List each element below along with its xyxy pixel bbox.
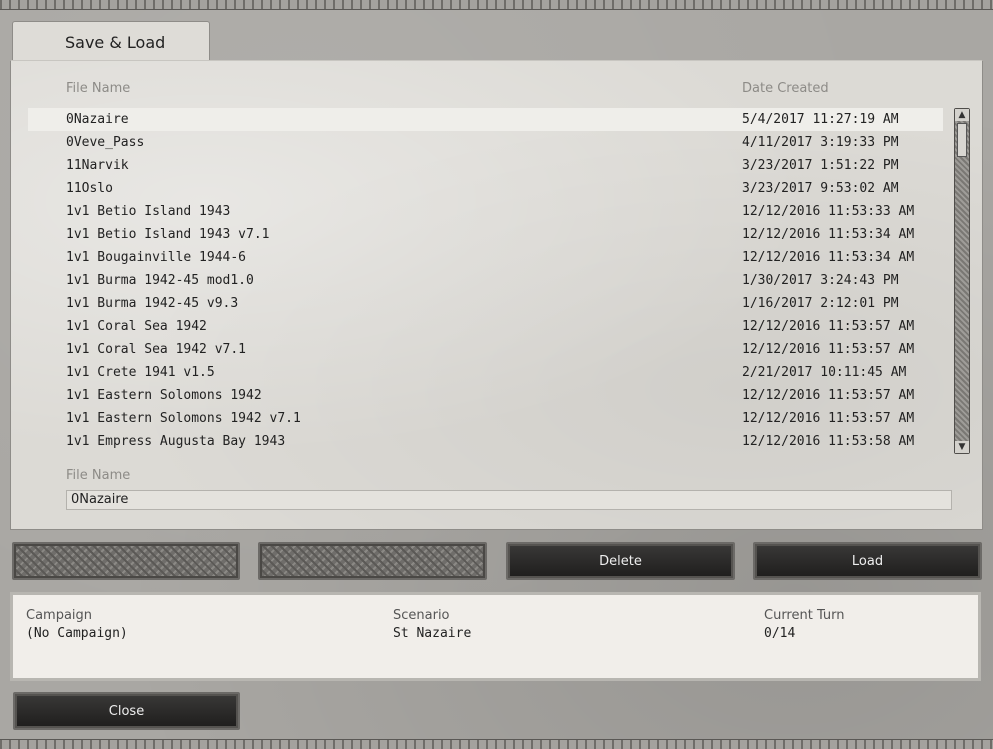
file-name-input[interactable]: 0Nazaire [66,490,952,510]
file-list-row[interactable]: 0Veve_Pass 4/11/2017 3:19:33 PM [28,131,943,154]
close-button[interactable]: Close [13,692,240,730]
load-button[interactable]: Load [753,542,982,580]
date-created-cell: 1/30/2017 3:24:43 PM [742,273,899,288]
delete-button[interactable]: Delete [506,542,735,580]
tab-label: Save & Load [65,33,166,52]
file-name-cell: 11Narvik [66,158,129,173]
file-list-scrollbar[interactable]: ▲ ▼ [954,108,970,454]
file-name-cell: 1v1 Crete 1941 v1.5 [66,365,215,380]
file-list-row[interactable]: 1v1 Empress Augusta Bay 1943 12/12/2016 1… [28,430,943,453]
date-created-cell: 3/23/2017 1:51:22 PM [742,158,899,173]
file-name-cell: 0Veve_Pass [66,135,145,150]
file-list-row[interactable]: 1v1 Burma 1942-45 v9.3 1/16/2017 2:12:01 … [28,292,943,315]
file-name-cell: 1v1 Burma 1942-45 v9.3 [66,296,239,311]
file-list-row[interactable]: 0Nazaire 5/4/2017 11:27:19 AM [28,108,943,131]
current-turn-label: Current Turn [764,608,845,623]
date-created-cell: 12/12/2016 11:53:34 AM [742,250,915,265]
file-list-row[interactable]: 1v1 Eastern Solomons 1942 12/12/2016 11:5… [28,384,943,407]
file-name-cell: 1v1 Burma 1942-45 mod1.0 [66,273,254,288]
file-list-row[interactable]: 11Oslo 3/23/2017 9:53:02 AM [28,177,943,200]
scroll-thumb[interactable] [957,123,967,157]
date-created-cell: 12/12/2016 11:53:58 AM [742,434,915,449]
file-name-cell: 1v1 Eastern Solomons 1942 [66,388,262,403]
file-list-row[interactable]: 1v1 Bougainville 1944-6 12/12/2016 11:53:… [28,246,943,269]
file-name-label: File Name [66,468,131,483]
file-name-cell: 1v1 Betio Island 1943 v7.1 [66,227,270,242]
file-name-cell: 0Nazaire [66,112,129,127]
scenario-value: St Nazaire [393,626,472,641]
bottom-frame-strip [0,739,993,749]
date-created-cell: 12/12/2016 11:53:57 AM [742,319,915,334]
date-created-cell: 12/12/2016 11:53:57 AM [742,342,915,357]
date-created-cell: 5/4/2017 11:27:19 AM [742,112,899,127]
file-name-cell: 1v1 Coral Sea 1942 v7.1 [66,342,247,357]
campaign-value: (No Campaign) [26,626,128,641]
date-created-cell: 12/12/2016 11:53:57 AM [742,388,915,403]
date-created-cell: 12/12/2016 11:53:34 AM [742,227,915,242]
file-name-cell: 11Oslo [66,181,113,196]
up-arrow-icon[interactable]: ▲ [955,109,969,121]
blank-button-2 [258,542,487,580]
file-list-row[interactable]: 1v1 Betio Island 1943 v7.1 12/12/2016 11:… [28,223,943,246]
date-created-cell: 12/12/2016 11:53:57 AM [742,411,915,426]
scenario-label: Scenario [393,608,450,623]
file-list-row[interactable]: 1v1 Eastern Solomons 1942 v7.1 12/12/2016… [28,407,943,430]
date-created-cell: 4/11/2017 3:19:33 PM [742,135,899,150]
file-list-row[interactable]: 1v1 Coral Sea 1942 v7.1 12/12/2016 11:53:… [28,338,943,361]
tab-save-load[interactable]: Save & Load [12,21,210,61]
file-list-row[interactable]: 1v1 Betio Island 1943 12/12/2016 11:53:33… [28,200,943,223]
date-created-cell: 2/21/2017 10:11:45 AM [742,365,907,380]
date-created-cell: 1/16/2017 2:12:01 PM [742,296,899,311]
current-turn-value: 0/14 [764,626,796,641]
top-frame-strip [0,0,993,10]
file-list: 0Nazaire 5/4/2017 11:27:19 AM 0Veve_Pass 4/… [28,108,943,453]
down-arrow-icon[interactable]: ▼ [955,441,969,453]
campaign-label: Campaign [26,608,93,623]
file-list-row[interactable]: 1v1 Burma 1942-45 mod1.0 1/30/2017 3:24:4… [28,269,943,292]
file-name-cell: 1v1 Coral Sea 1942 [66,319,207,334]
file-list-row[interactable]: 11Narvik 3/23/2017 1:51:22 PM [28,154,943,177]
blank-button-1 [12,542,240,580]
file-list-row[interactable]: 1v1 Crete 1941 v1.5 2/21/2017 10:11:45 AM [28,361,943,384]
column-header-file-name[interactable]: File Name [66,81,130,96]
file-name-cell: 1v1 Empress Augusta Bay 1943 [66,434,286,449]
file-name-cell: 1v1 Betio Island 1943 [66,204,231,219]
file-name-cell: 1v1 Eastern Solomons 1942 v7.1 [66,411,301,426]
date-created-cell: 12/12/2016 11:53:33 AM [742,204,915,219]
column-header-date-created[interactable]: Date Created [742,81,829,96]
file-name-cell: 1v1 Bougainville 1944-6 [66,250,247,265]
file-list-row[interactable]: 1v1 Coral Sea 1942 12/12/2016 11:53:57 AM [28,315,943,338]
scenario-info-panel [10,592,981,681]
date-created-cell: 3/23/2017 9:53:02 AM [742,181,899,196]
